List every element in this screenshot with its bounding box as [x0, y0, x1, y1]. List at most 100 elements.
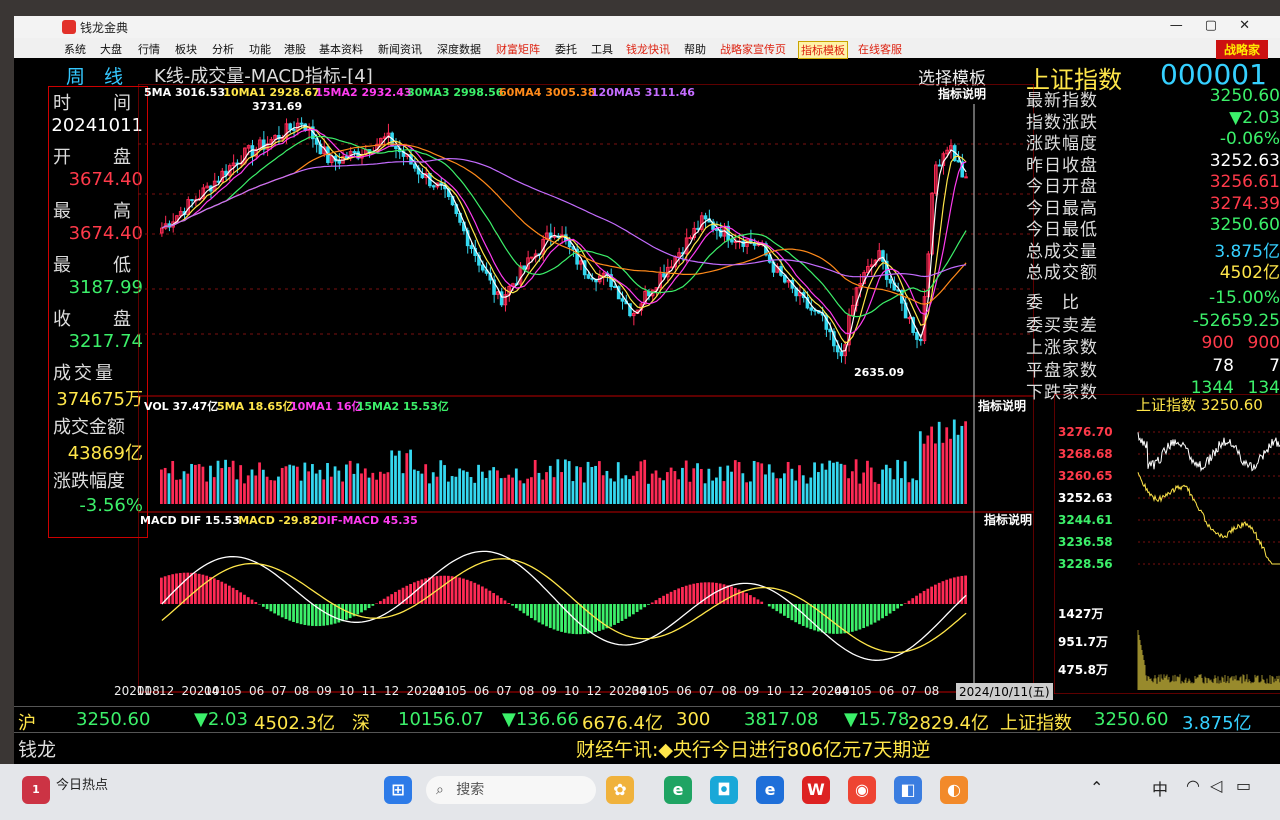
date-tick: 07 — [496, 684, 512, 698]
volume-bar — [288, 464, 292, 504]
volume-bar — [420, 473, 424, 504]
time-value: 20241011 — [51, 115, 143, 136]
volume-bar — [801, 475, 805, 504]
intraday-price-line — [1137, 432, 1280, 472]
quote-row: 上涨家数 900 900 — [1020, 333, 1280, 358]
volume-icon[interactable]: ◁ — [1210, 776, 1222, 795]
volume-bar — [484, 477, 488, 504]
search-box[interactable]: ⌕ 搜索 — [426, 776, 596, 804]
volume-bar — [220, 468, 224, 504]
battery-icon[interactable]: ▭ — [1236, 776, 1251, 795]
candle-body — [522, 265, 527, 270]
menu-item[interactable]: 系统 — [64, 41, 86, 57]
volume-value: 374675万 — [56, 389, 143, 410]
date-tick: 07 — [699, 684, 715, 698]
volume-bar — [707, 468, 711, 504]
colorful-app-icon[interactable]: ✿ — [606, 776, 634, 804]
candle-body — [190, 199, 194, 202]
app-icon[interactable]: ◉ — [848, 776, 876, 804]
date-tick: 08 — [519, 684, 535, 698]
close-button[interactable]: ✕ — [1239, 18, 1272, 33]
close-value: 3217.74 — [68, 331, 143, 352]
chevron-up-icon[interactable]: ⌃ — [1090, 778, 1103, 797]
volume-bar — [428, 483, 431, 504]
macd-bar — [631, 604, 635, 615]
menu-item[interactable]: 基本资料 — [319, 41, 363, 57]
period-selector[interactable]: 周 线 — [66, 62, 123, 89]
macd-bar — [363, 604, 367, 611]
macd-bar — [224, 583, 227, 604]
news-widget-icon[interactable]: 1 — [22, 776, 50, 804]
macd-bar — [862, 604, 866, 629]
macd-bar — [488, 590, 492, 604]
volume-bar — [941, 442, 945, 504]
store-icon[interactable]: ◘ — [710, 776, 738, 804]
app-icon[interactable]: ◧ — [894, 776, 922, 804]
maximize-button[interactable]: ▢ — [1205, 18, 1239, 33]
menu-item[interactable]: 行情 — [138, 41, 160, 57]
volume-bar — [869, 467, 873, 504]
intraday-chart[interactable]: 上证指数 3250.60 3276.70 3268.68 3260.65 3252.63… — [1054, 394, 1280, 694]
macd-bar — [726, 585, 730, 604]
browser-icon[interactable]: e — [664, 776, 692, 804]
wps-icon[interactable]: W — [802, 776, 830, 804]
macd-bar — [356, 604, 360, 615]
menu-item[interactable]: 深度数据 — [437, 41, 481, 57]
menu-item[interactable]: 功能 — [249, 41, 271, 57]
menu-item[interactable]: 委托 — [555, 41, 577, 57]
wifi-icon[interactable]: ◠ — [1186, 776, 1200, 795]
volume-bar — [175, 479, 178, 504]
taskbar: 1 今日热点 ⊞ ⌕ 搜索 ✿ e ◘ e W ◉ ◧ ◐ ⌃ 中 ◠ ◁ ▭ — [0, 764, 1280, 820]
macd-bar — [537, 604, 541, 623]
volume-bar — [873, 482, 877, 504]
search-icon: ⌕ — [436, 782, 444, 798]
volume-bar — [405, 453, 409, 504]
edge-icon[interactable]: e — [756, 776, 784, 804]
menu-item[interactable]: 战略家宣传页 — [720, 41, 786, 57]
quote-value-2: 7 — [1269, 355, 1280, 376]
candle-body — [530, 256, 534, 259]
high-annotation: 3731.69 — [252, 100, 302, 113]
volume-bar — [197, 464, 201, 504]
macd-bar — [707, 582, 711, 604]
low-label: 最 低 — [53, 255, 143, 276]
ime-indicator[interactable]: 中 — [1152, 776, 1168, 800]
market-status-bar: 沪 3250.60 ▼2.03 4502.3亿 深 10156.07 ▼136.… — [14, 706, 1280, 734]
menu-item[interactable]: 港股 — [284, 41, 306, 57]
volume-bar — [903, 461, 907, 504]
minimize-button[interactable]: — — [1170, 18, 1205, 33]
volume-bar — [782, 473, 786, 504]
menu-item[interactable]: 板块 — [175, 41, 197, 57]
menu-item[interactable]: 帮助 — [684, 41, 706, 57]
quote-row: 今日最低 3250.60 — [1020, 215, 1280, 240]
macd-bar — [171, 574, 175, 604]
hot-label[interactable]: 今日热点 — [56, 774, 108, 793]
menu-item[interactable]: 分析 — [212, 41, 234, 57]
volume-bar — [363, 468, 367, 504]
volume-bar — [677, 479, 681, 504]
volume-bar — [847, 478, 850, 504]
menu-item[interactable]: 新闻资讯 — [378, 41, 422, 57]
news-text[interactable]: 财经午讯:◆央行今日进行806亿元7天期逆 — [576, 735, 930, 762]
macd-bar — [873, 604, 877, 623]
quote-row: 委 比 -15.00% — [1020, 288, 1280, 313]
menu-item[interactable]: 工具 — [591, 41, 613, 57]
start-icon[interactable]: ⊞ — [384, 776, 412, 804]
brand-badge[interactable]: 战略家 — [1215, 40, 1268, 59]
qianlong-taskbar-icon[interactable]: ◐ — [940, 776, 968, 804]
menu-item[interactable]: 在线客服 — [858, 41, 902, 57]
kline-chart[interactable]: 指标说明 指标说明 指标说明 3731.69 2635.09 5MA 3016.… — [138, 84, 1034, 694]
quote-row: 总成交量 3.875亿 — [1020, 237, 1280, 262]
volume-bar — [250, 469, 254, 504]
volume-bar — [624, 475, 628, 504]
macd-bar — [832, 604, 835, 634]
window-controls[interactable]: —▢✕ — [1170, 18, 1272, 33]
menu-item[interactable]: 大盘 — [100, 41, 122, 57]
quote-label: 上涨家数 — [1026, 338, 1098, 358]
volume-bar — [465, 471, 469, 504]
menu-item[interactable]: 指标模板 — [798, 41, 848, 59]
menu-item[interactable]: 钱龙快讯 — [626, 41, 670, 57]
volume-bar — [835, 461, 839, 504]
menu-item[interactable]: 财富矩阵 — [496, 41, 540, 57]
open-label: 开 盘 — [53, 147, 143, 168]
